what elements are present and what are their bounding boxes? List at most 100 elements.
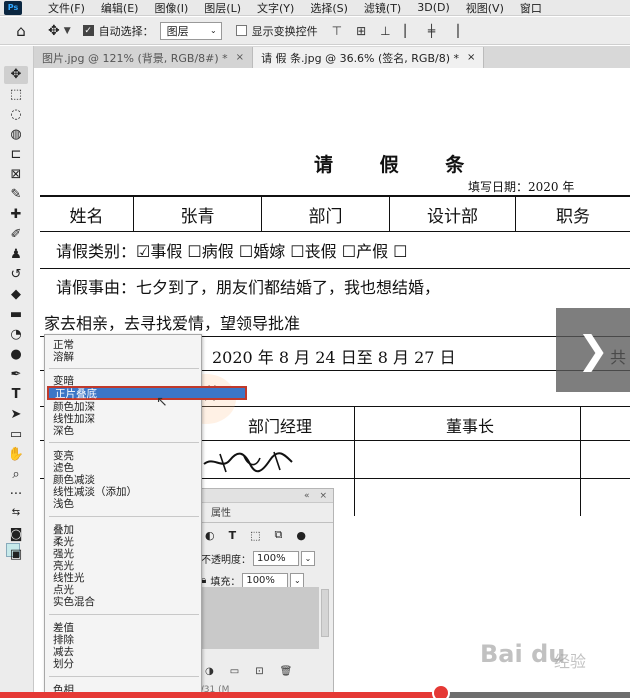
blend-color-burn[interactable]: 颜色加深 xyxy=(53,401,199,413)
adjustment-layer-icon[interactable]: ◑ xyxy=(205,666,214,677)
trash-icon[interactable]: 🗑︎ xyxy=(280,666,293,677)
chairman-label: 董事长 xyxy=(445,416,494,436)
align-top-icon[interactable]: ⊤ xyxy=(332,24,342,38)
blend-vivid-light[interactable]: 亮光 xyxy=(53,560,199,572)
align-middle-icon[interactable]: ⊞ xyxy=(356,24,366,38)
new-layer-icon[interactable]: ⊡ xyxy=(255,666,263,677)
pen-tool-icon[interactable]: ✒ xyxy=(4,366,28,384)
move-tool-icon[interactable]: ✥ xyxy=(4,66,28,84)
screen-mode-icon[interactable]: ▣ xyxy=(4,546,28,564)
quick-mask-icon[interactable]: ◙ xyxy=(4,526,28,544)
blend-linear-burn[interactable]: 线性加深 xyxy=(53,413,199,425)
layer-list-scrollbar[interactable] xyxy=(321,589,329,637)
menu-layer[interactable]: 图层(L) xyxy=(204,0,241,16)
blend-exclusion[interactable]: 排除 xyxy=(53,634,199,646)
tab-image-jpg[interactable]: 图片.jpg @ 121% (背景, RGB/8#) * × xyxy=(34,47,254,68)
eyedropper-tool-icon[interactable]: ✎ xyxy=(4,186,28,204)
layer-list[interactable] xyxy=(191,587,319,649)
fill-input[interactable]: 100% xyxy=(242,572,289,588)
brush-tool-icon[interactable]: ✐ xyxy=(4,226,28,244)
blend-soft-light[interactable]: 柔光 xyxy=(53,536,199,548)
auto-select-checkbox[interactable]: ✓ xyxy=(82,25,94,36)
type-filter-icon[interactable]: T xyxy=(229,529,237,542)
blend-hard-light[interactable]: 强光 xyxy=(53,548,199,560)
blend-linear-light[interactable]: 线性光 xyxy=(53,572,199,584)
close-icon[interactable]: × xyxy=(467,52,475,63)
blend-normal[interactable]: 正常 xyxy=(53,339,199,351)
menu-edit[interactable]: 编辑(E) xyxy=(101,0,139,16)
menu-separator xyxy=(49,676,199,677)
blend-linear-dodge[interactable]: 线性减淡（添加） xyxy=(53,486,199,498)
chevron-down-icon[interactable]: ⌄ xyxy=(301,550,315,566)
eraser-tool-icon[interactable]: ◆ xyxy=(4,286,28,304)
chevron-down-icon[interactable]: ▼ xyxy=(64,26,71,36)
path-select-tool-icon[interactable]: ➤ xyxy=(4,406,28,424)
blend-difference[interactable]: 差值 xyxy=(53,622,199,634)
blend-color-dodge[interactable]: 颜色减淡 xyxy=(53,474,199,486)
rectangle-tool-icon[interactable]: ▭ xyxy=(4,426,28,444)
menu-window[interactable]: 窗口 xyxy=(520,0,542,16)
blend-dissolve[interactable]: 溶解 xyxy=(53,351,199,363)
healing-brush-tool-icon[interactable]: ✚ xyxy=(4,206,28,224)
baidu-watermark: Bai du xyxy=(480,640,566,668)
shape-filter-icon[interactable]: ⬚ xyxy=(250,529,260,542)
blend-screen[interactable]: 滤色 xyxy=(53,462,199,474)
close-icon[interactable]: × xyxy=(236,52,244,63)
hand-tool-icon[interactable]: ✋ xyxy=(4,446,28,464)
dodge-tool-icon[interactable]: ● xyxy=(4,346,28,364)
signature-image xyxy=(203,451,293,473)
align-bottom-icon[interactable]: ⊥ xyxy=(380,24,390,38)
blend-divide[interactable]: 划分 xyxy=(53,658,199,670)
blend-hard-mix[interactable]: 实色混合 xyxy=(53,596,199,608)
auto-select-dropdown[interactable]: 图层 ⌄ xyxy=(159,21,222,40)
next-arrow-icon[interactable]: ❯ xyxy=(556,308,630,392)
video-progress-knob[interactable] xyxy=(432,684,450,698)
stamp-tool-icon[interactable]: ♟ xyxy=(4,246,28,264)
close-icon[interactable]: × xyxy=(319,491,327,501)
align-left-icon[interactable]: ▏ xyxy=(405,24,414,38)
align-center-icon[interactable]: ╪ xyxy=(428,24,435,38)
show-transform-checkbox[interactable] xyxy=(235,25,247,36)
collapse-icon[interactable]: « xyxy=(304,491,310,501)
type-tool-icon[interactable]: T xyxy=(4,386,28,404)
adjustment-filter-icon[interactable]: ◐ xyxy=(205,529,215,542)
blur-tool-icon[interactable]: ◔ xyxy=(4,326,28,344)
fill-label: 填充： xyxy=(210,576,241,588)
filter-toggle-icon[interactable]: ● xyxy=(296,529,306,542)
opacity-input[interactable]: 100% xyxy=(253,550,299,566)
leave-period: 2020 年 8 月 24 日至 8 月 27 日 xyxy=(212,348,456,367)
history-brush-tool-icon[interactable]: ↺ xyxy=(4,266,28,284)
menu-type[interactable]: 文字(Y) xyxy=(257,0,294,16)
gradient-tool-icon[interactable]: ▬ xyxy=(4,306,28,324)
home-icon[interactable]: ⌂ xyxy=(10,22,32,40)
blend-lighter-color[interactable]: 浅色 xyxy=(53,498,199,510)
blend-pin-light[interactable]: 点光 xyxy=(53,584,199,596)
swap-colors-icon[interactable]: ⇆ xyxy=(4,504,28,522)
blend-subtract[interactable]: 减去 xyxy=(53,646,199,658)
layer-filter-icons: ◐ T ⬚ ⧉ ● xyxy=(191,523,333,547)
blend-lighten[interactable]: 变亮 xyxy=(53,450,199,462)
menu-3d[interactable]: 3D(D) xyxy=(417,1,450,14)
crop-tool-icon[interactable]: ⊏ xyxy=(4,146,28,164)
blend-darker-color[interactable]: 深色 xyxy=(53,425,199,437)
frame-tool-icon[interactable]: ⊠ xyxy=(4,166,28,184)
menu-select[interactable]: 选择(S) xyxy=(310,0,348,16)
tab-leave-note-jpg[interactable]: 请 假 条.jpg @ 36.6% (签名, RGB/8) * × xyxy=(253,47,485,68)
menu-filter[interactable]: 滤镜(T) xyxy=(364,0,401,16)
blend-multiply[interactable]: 正片叠底 xyxy=(47,386,247,400)
quick-select-tool-icon[interactable]: ◍ xyxy=(4,126,28,144)
menu-file[interactable]: 文件(F) xyxy=(48,0,85,16)
align-right-icon[interactable]: ▕ xyxy=(449,24,458,38)
smart-object-filter-icon[interactable]: ⧉ xyxy=(275,528,283,542)
blend-overlay[interactable]: 叠加 xyxy=(53,524,199,536)
more-tools-icon[interactable]: ··· xyxy=(4,486,28,504)
menu-image[interactable]: 图像(I) xyxy=(154,0,188,16)
layer-actions: ◑ ▭ ⊡ 🗑︎ xyxy=(191,661,333,681)
chevron-down-icon[interactable]: ⌄ xyxy=(290,572,305,588)
marquee-tool-icon[interactable]: ⬚ xyxy=(4,86,28,104)
zoom-tool-icon[interactable]: ⌕ xyxy=(4,466,28,484)
move-tool-icon[interactable]: ✥ xyxy=(48,23,60,39)
lasso-tool-icon[interactable]: ◌ xyxy=(4,106,28,124)
menu-view[interactable]: 视图(V) xyxy=(466,0,504,16)
folder-icon[interactable]: ▭ xyxy=(230,666,239,677)
